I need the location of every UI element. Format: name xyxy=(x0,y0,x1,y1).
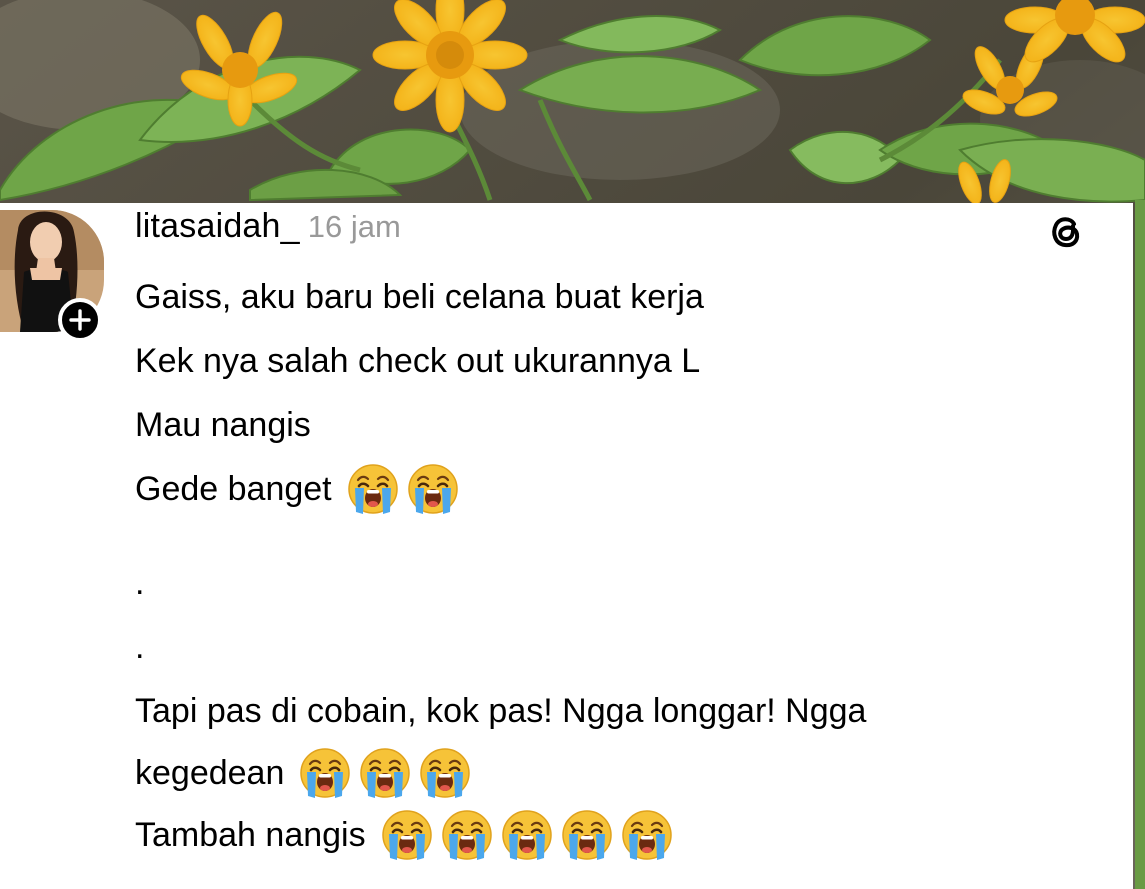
post-line: Tapi pas di cobain, kok pas! Ngga longga… xyxy=(135,691,1115,731)
post-card: litasaidah_ 16 jam Gaiss, aku baru beli … xyxy=(0,203,1133,889)
loudly-crying-face-emoji xyxy=(418,746,472,800)
emoji-group xyxy=(346,462,460,516)
loudly-crying-face-emoji xyxy=(560,808,614,862)
post-header: litasaidah_ 16 jam xyxy=(135,207,401,247)
loudly-crying-face-emoji xyxy=(298,746,352,800)
threads-logo-icon[interactable] xyxy=(1046,211,1086,251)
post-line: . xyxy=(135,627,1115,667)
post-line: kegedean xyxy=(135,748,1115,798)
post-text: Tambah nangis xyxy=(135,816,366,854)
post-line: . xyxy=(135,563,1115,603)
follow-button[interactable] xyxy=(58,298,102,342)
loudly-crying-face-emoji xyxy=(406,462,460,516)
loudly-crying-face-emoji xyxy=(358,746,412,800)
post-line: Tambah nangis xyxy=(135,810,1115,860)
post-text: . xyxy=(135,628,145,666)
post-text: kegedean xyxy=(135,754,285,792)
post-body: Gaiss, aku baru beli celana buat kerja K… xyxy=(135,261,1115,860)
post-text: Tapi pas di cobain, kok pas! Ngga longga… xyxy=(135,692,867,730)
loudly-crying-face-emoji xyxy=(500,808,554,862)
emoji-group xyxy=(380,808,674,862)
post-line: Gaiss, aku baru beli celana buat kerja xyxy=(135,277,1115,317)
post-line: Mau nangis xyxy=(135,405,1115,445)
loudly-crying-face-emoji xyxy=(346,462,400,516)
loudly-crying-face-emoji xyxy=(620,808,674,862)
plus-icon xyxy=(69,309,91,331)
post-line: Kek nya salah check out ukurannya L xyxy=(135,341,1115,381)
post-text: Gaiss, aku baru beli celana buat kerja xyxy=(135,278,704,316)
post-text: Kek nya salah check out ukurannya L xyxy=(135,342,701,380)
loudly-crying-face-emoji xyxy=(380,808,434,862)
post-text: Gede banget xyxy=(135,470,332,508)
post-text: . xyxy=(135,564,145,602)
loudly-crying-face-emoji xyxy=(440,808,494,862)
post-timestamp: 16 jam xyxy=(307,209,401,244)
emoji-group xyxy=(298,746,472,800)
post-text: Mau nangis xyxy=(135,406,311,444)
username-link[interactable]: litasaidah_ xyxy=(135,207,300,246)
post-line: Gede banget xyxy=(135,464,1115,514)
avatar[interactable] xyxy=(0,210,104,342)
